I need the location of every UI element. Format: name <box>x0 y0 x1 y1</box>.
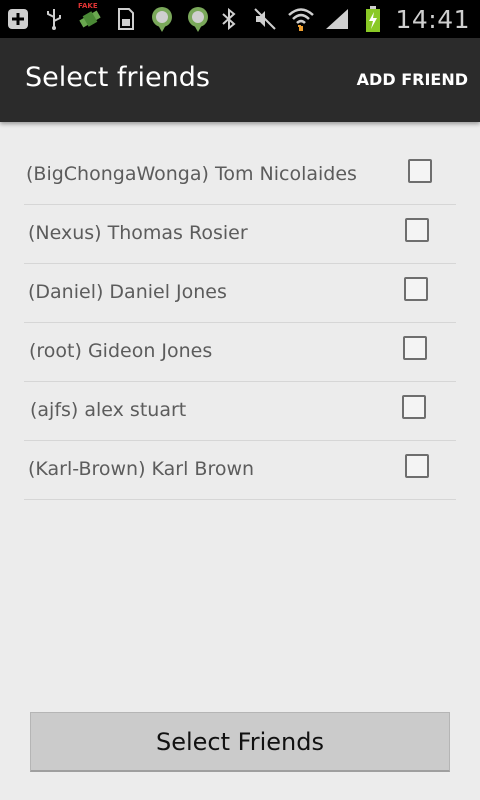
status-time: 14:41 <box>395 4 470 34</box>
friend-name: (BigChongaWonga) Tom Nicolaides <box>26 163 357 185</box>
add-friend-button[interactable]: ADD FRIEND <box>357 70 468 89</box>
friend-name: (root) Gideon Jones <box>29 340 213 362</box>
list-item[interactable]: (Daniel) Daniel Jones <box>24 264 456 323</box>
location-pin-icon <box>148 5 176 33</box>
friend-name: (Daniel) Daniel Jones <box>28 281 227 303</box>
list-item[interactable]: (Nexus) Thomas Rosier <box>24 205 456 264</box>
notification-icons: FAKE <box>4 2 212 34</box>
action-bar: Select friends ADD FRIEND <box>0 38 480 122</box>
bluetooth-icon <box>215 5 243 33</box>
friend-checkbox[interactable] <box>403 336 427 360</box>
fake-label: FAKE <box>78 2 98 10</box>
friend-checkbox[interactable] <box>404 277 428 301</box>
friend-checkbox[interactable] <box>402 395 426 419</box>
page-title: Select friends <box>25 62 210 93</box>
usb-icon <box>40 5 68 33</box>
mute-icon <box>251 5 279 33</box>
list-item[interactable]: (BigChongaWonga) Tom Nicolaides <box>24 146 456 205</box>
friend-checkbox[interactable] <box>408 159 432 183</box>
system-icons: 14:41 <box>215 4 470 34</box>
friend-list: (BigChongaWonga) Tom Nicolaides (Nexus) … <box>24 146 456 500</box>
fake-gps-icon: FAKE <box>76 2 104 33</box>
select-friends-button[interactable]: Select Friends <box>30 712 450 772</box>
status-bar: FAKE 14:41 <box>0 0 480 38</box>
list-item[interactable]: (ajfs) alex stuart <box>24 382 456 441</box>
friend-name: (ajfs) alex stuart <box>30 399 187 421</box>
location-pin-icon <box>184 5 212 33</box>
battery-charging-icon <box>359 5 387 33</box>
add-icon <box>4 5 32 33</box>
signal-icon <box>323 5 351 33</box>
friend-name: (Nexus) Thomas Rosier <box>28 222 248 244</box>
sd-card-icon <box>112 5 140 33</box>
friend-checkbox[interactable] <box>405 454 429 478</box>
list-item[interactable]: (Karl-Brown) Karl Brown <box>24 441 456 500</box>
friend-name: (Karl-Brown) Karl Brown <box>28 458 255 480</box>
friend-checkbox[interactable] <box>405 218 429 242</box>
wifi-icon <box>287 5 315 33</box>
list-item[interactable]: (root) Gideon Jones <box>24 323 456 382</box>
